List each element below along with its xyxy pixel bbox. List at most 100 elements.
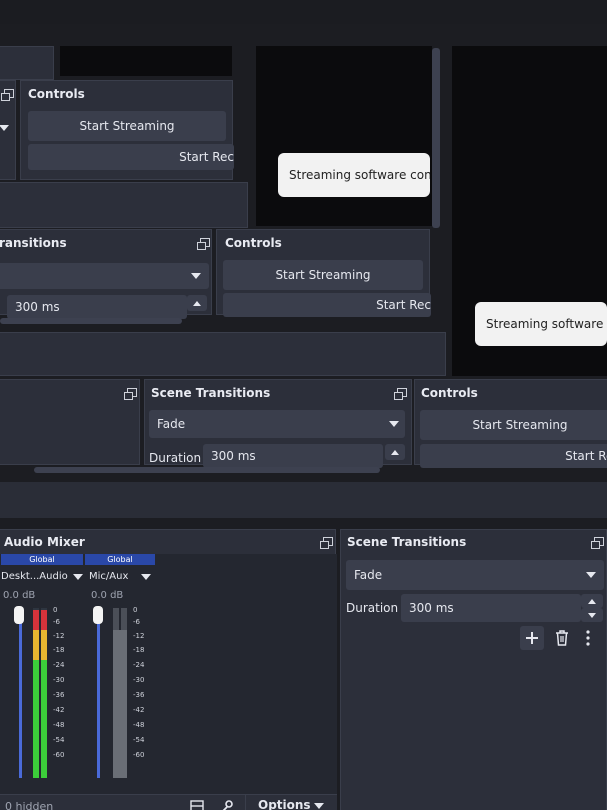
dock-fragment	[0, 182, 248, 228]
meter-muted-fill	[113, 630, 127, 778]
button-label: Start Rec	[179, 150, 234, 164]
scale-tick: -18	[133, 646, 145, 654]
scale-tick: -54	[133, 736, 145, 744]
meter-red-segment	[41, 610, 47, 630]
horizontal-scrollbar[interactable]	[34, 467, 380, 473]
settings-icon[interactable]	[221, 799, 235, 810]
scale-tick: -60	[133, 751, 145, 759]
start-recording-button[interactable]: Start Rec	[28, 144, 234, 170]
controls-dock: Controls Start Streaming Start Rec	[414, 379, 607, 468]
scale-tick: 0	[53, 606, 58, 614]
dropdown-arrow-icon[interactable]	[0, 125, 9, 131]
float-icon[interactable]	[197, 238, 210, 250]
duration-label: Duration	[149, 451, 202, 465]
channel-menu-arrow-icon[interactable]	[141, 574, 151, 580]
scale-tick: -48	[133, 721, 145, 729]
mixer-channel-mic-aux: Global Mic/Aux 0.0 dB 0 -6 -12 -18 -24 -…	[85, 554, 155, 808]
more-options-icon[interactable]	[585, 630, 591, 646]
float-icon[interactable]	[591, 537, 604, 549]
transition-select-value: Fade	[157, 417, 186, 431]
duration-increment-button[interactable]	[385, 444, 405, 460]
scale-tick: -6	[133, 618, 140, 626]
float-icon[interactable]	[394, 388, 407, 400]
start-recording-button[interactable]: Start Rec	[420, 444, 607, 468]
volume-slider-handle[interactable]	[14, 606, 24, 624]
global-badge: Global	[1, 554, 83, 565]
scale-tick: -42	[133, 706, 145, 714]
duration-increment-button[interactable]	[581, 594, 603, 608]
channel-menu-arrow-icon[interactable]	[73, 574, 83, 580]
arrow-up-icon	[391, 449, 399, 455]
scale-tick: -30	[53, 676, 65, 684]
volume-db: 0.0 dB	[3, 590, 36, 601]
duration-value: 300 ms	[211, 449, 256, 463]
vertical-scrollbar[interactable]	[432, 48, 440, 228]
volume-slider-handle[interactable]	[93, 606, 103, 624]
float-icon[interactable]	[1, 89, 14, 101]
transition-select-value: Fade	[354, 568, 383, 582]
mixer-area: Global Deskt...Audio 0.0 dB 0 -6 -12 -18…	[0, 554, 337, 808]
button-label: Start Rec	[565, 449, 607, 463]
scale-tick: -24	[133, 661, 145, 669]
dock-title: Scene Transitions	[347, 535, 467, 549]
transition-select[interactable]: Fade	[346, 560, 604, 590]
start-recording-button[interactable]: Start Rec	[223, 293, 431, 317]
volume-slider-track[interactable]	[97, 608, 100, 778]
dock-title: Audio Mixer	[4, 535, 85, 549]
scene-transitions-dock: Scene Transitions Fade Duration 300 ms	[144, 379, 412, 468]
duration-increment-button[interactable]	[187, 295, 207, 311]
float-icon[interactable]	[320, 537, 333, 549]
scale-tick: -42	[53, 706, 65, 714]
dock-title: Controls	[225, 236, 282, 250]
preview-area	[256, 46, 432, 226]
dock-title: Controls	[28, 87, 85, 101]
mixer-channel-desktop-audio: Global Deskt...Audio 0.0 dB 0 -6 -12 -18…	[1, 554, 83, 806]
arrow-up-icon	[193, 300, 201, 306]
options-button[interactable]: Options	[245, 795, 337, 810]
arrow-down-icon	[588, 612, 596, 618]
dropdown-arrow-icon	[314, 803, 324, 809]
float-icon[interactable]	[124, 388, 137, 400]
start-streaming-button[interactable]: Start Streaming	[223, 260, 423, 290]
add-transition-button[interactable]	[520, 626, 544, 650]
dock-fragment	[0, 379, 140, 465]
duration-value: 300 ms	[409, 601, 454, 615]
transition-select[interactable]: Fade	[149, 410, 405, 438]
scale-tick: -12	[53, 632, 65, 640]
channel-name[interactable]: Mic/Aux	[89, 571, 128, 582]
meter-scale: 0 -6 -12 -18 -24 -30 -36 -42 -48 -54 -60	[133, 606, 153, 782]
mixer-toolbar: 0 hidden Options	[0, 794, 337, 810]
tooltip: Streaming software c	[475, 302, 607, 346]
transition-select[interactable]	[0, 263, 209, 289]
dock-title: Scene Transitions	[151, 386, 271, 400]
duration-input[interactable]: 300 ms	[203, 444, 383, 468]
meter-green-segment	[41, 660, 47, 778]
dropdown-arrow-icon	[586, 572, 596, 578]
global-badge: Global	[85, 554, 155, 565]
scale-tick: -24	[53, 661, 65, 669]
meter-scale: 0 -6 -12 -18 -24 -30 -36 -42 -48 -54 -60	[53, 606, 73, 782]
duration-label: Duration	[346, 601, 399, 615]
controls-dock: Controls Start Streaming Start Rec	[20, 80, 234, 180]
dropdown-arrow-icon	[191, 273, 201, 279]
scale-tick: -18	[53, 646, 65, 654]
scale-tick: -36	[53, 691, 65, 699]
scale-tick: -54	[53, 736, 65, 744]
start-streaming-button[interactable]: Start Streaming	[28, 111, 226, 141]
duration-input[interactable]: 300 ms	[401, 594, 581, 622]
trash-icon[interactable]	[555, 630, 569, 646]
dock-fragment	[0, 46, 54, 80]
top-bar	[0, 0, 607, 24]
horizontal-scrollbar[interactable]	[0, 318, 182, 324]
start-streaming-button[interactable]: Start Streaming	[420, 410, 607, 440]
channel-name[interactable]: Deskt...Audio	[1, 571, 68, 582]
scale-tick: -36	[133, 691, 145, 699]
duration-decrement-button[interactable]	[581, 608, 603, 622]
plus-icon	[526, 632, 538, 644]
duration-input[interactable]: 300 ms	[7, 295, 187, 319]
button-label: Start Streaming	[79, 119, 175, 133]
dropdown-arrow-icon	[389, 421, 399, 427]
layout-icon[interactable]	[190, 800, 204, 810]
volume-slider-track[interactable]	[19, 608, 22, 778]
preview-area	[60, 46, 232, 76]
